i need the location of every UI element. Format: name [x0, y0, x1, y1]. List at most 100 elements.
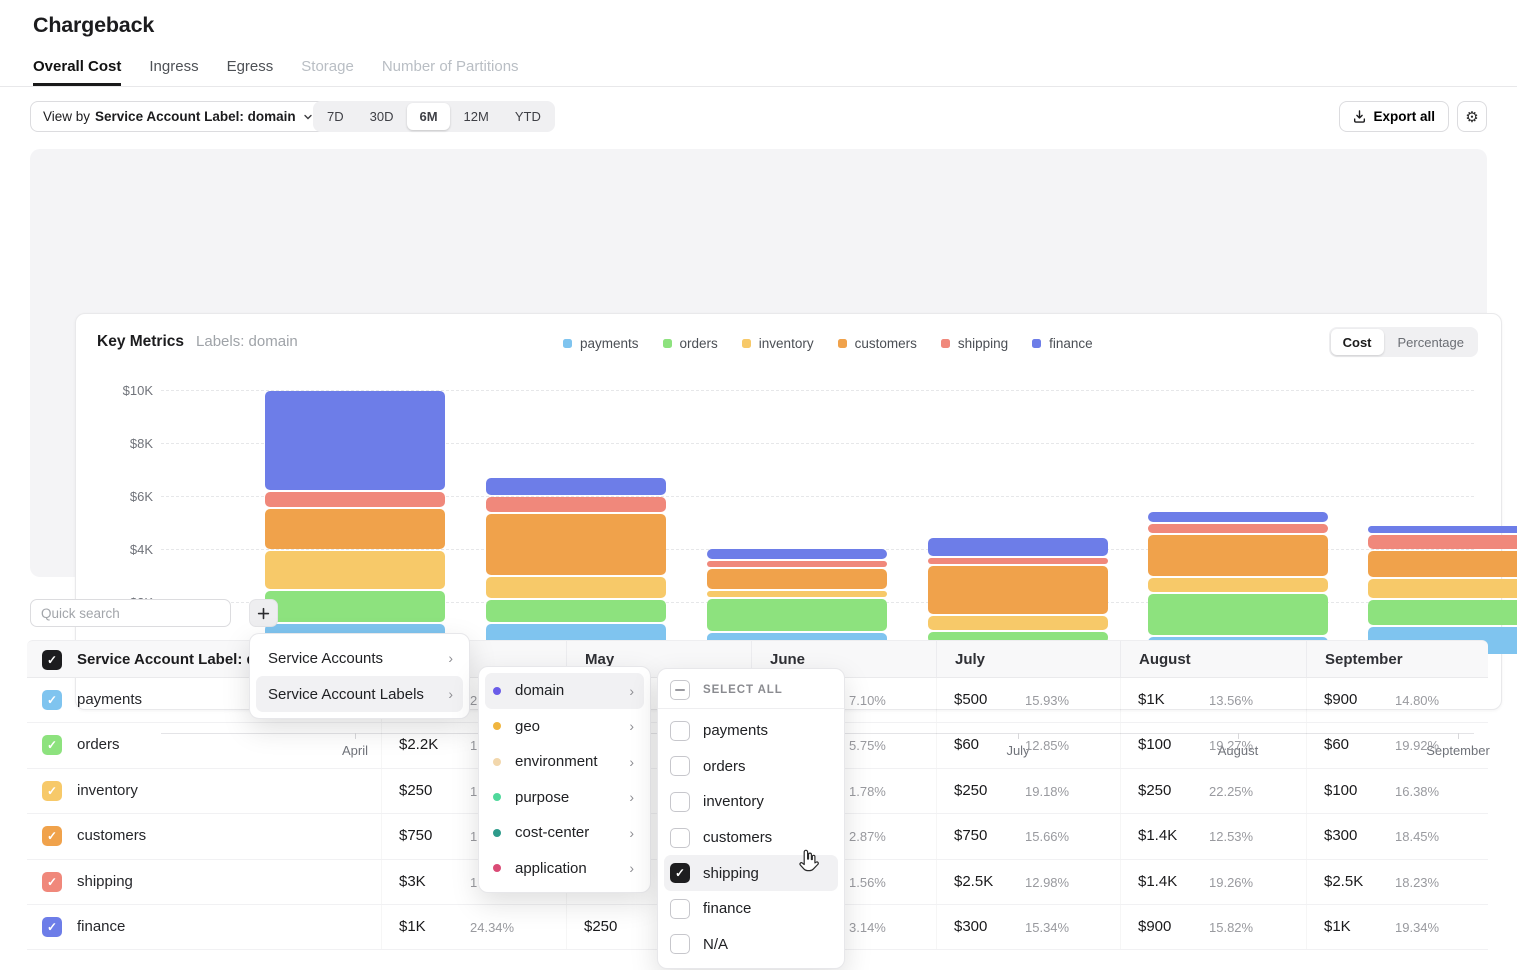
menu-item-domain[interactable]: domain› — [485, 673, 644, 709]
stacked-bar-chart: $10K$8K$6K$4K$2K0AprilMayJuneJulyAugustS… — [161, 390, 1474, 655]
row-checkbox-customers[interactable]: ✓ — [42, 826, 62, 846]
range-button-30d[interactable]: 30D — [358, 103, 406, 130]
value-item-payments[interactable]: payments — [664, 713, 838, 749]
bar-segment-customers-september[interactable] — [1368, 551, 1517, 577]
value-item-orders[interactable]: orders — [664, 749, 838, 785]
bar-segment-shipping-august[interactable] — [1148, 524, 1328, 534]
cell-value: $750 — [399, 827, 432, 844]
range-button-ytd[interactable]: YTD — [503, 103, 553, 130]
cell-percent: 14.80% — [1395, 693, 1439, 708]
range-button-6m[interactable]: 6M — [407, 103, 449, 130]
value-item-inventory[interactable]: inventory — [664, 784, 838, 820]
column-header-august[interactable]: August — [1120, 641, 1306, 677]
quick-search-input[interactable] — [30, 599, 231, 627]
row-checkbox-payments[interactable]: ✓ — [42, 690, 62, 710]
select-all-item[interactable]: SELECT ALL — [658, 675, 844, 709]
value-checkbox[interactable] — [670, 934, 690, 954]
bar-segment-inventory-june[interactable] — [707, 591, 887, 597]
column-header-september[interactable]: September — [1306, 641, 1488, 677]
bar-segment-finance-may[interactable] — [486, 478, 666, 495]
service-account-labels-submenu: domain›geo›environment›purpose›cost-cent… — [478, 666, 651, 893]
value-item-na[interactable]: N/A — [664, 927, 838, 963]
select-all-checkbox[interactable] — [670, 680, 690, 700]
bar-segment-inventory-july[interactable] — [928, 616, 1108, 630]
bar-segment-customers-april[interactable] — [265, 509, 445, 549]
add-series-button[interactable] — [249, 599, 278, 627]
toggle-percentage[interactable]: Percentage — [1386, 329, 1477, 355]
bar-segment-orders-may[interactable] — [486, 600, 666, 622]
bar-segment-shipping-april[interactable] — [265, 492, 445, 507]
bar-segment-finance-april[interactable] — [265, 391, 445, 490]
value-checkbox[interactable] — [670, 721, 690, 741]
menu-item-label: cost-center — [515, 824, 629, 841]
value-checkbox[interactable] — [670, 792, 690, 812]
row-checkbox-orders[interactable]: ✓ — [42, 735, 62, 755]
value-checkbox[interactable] — [670, 756, 690, 776]
bar-segment-shipping-july[interactable] — [928, 558, 1108, 564]
legend-item-finance: finance — [1032, 336, 1093, 351]
bar-segment-orders-april[interactable] — [265, 591, 445, 622]
row-checkbox-inventory[interactable]: ✓ — [42, 781, 62, 801]
bar-segment-inventory-september[interactable] — [1368, 579, 1517, 598]
menu-item-service-account-labels[interactable]: Service Account Labels› — [256, 676, 463, 712]
range-button-7d[interactable]: 7D — [315, 103, 356, 130]
cell-percent: 1 — [470, 738, 477, 753]
value-checkbox[interactable]: ✓ — [670, 863, 690, 883]
menu-item-cost-center[interactable]: cost-center› — [485, 815, 644, 851]
bar-segment-customers-july[interactable] — [928, 566, 1108, 614]
tab-storage[interactable]: Storage — [301, 58, 354, 86]
menu-item-service-accounts[interactable]: Service Accounts› — [256, 640, 463, 676]
bar-segment-customers-may[interactable] — [486, 514, 666, 574]
menu-item-environment[interactable]: environment› — [485, 744, 644, 780]
tab-number-of-partitions[interactable]: Number of Partitions — [382, 58, 519, 86]
menu-item-application[interactable]: application› — [485, 851, 644, 887]
row-label: shipping — [77, 873, 133, 890]
legend-swatch-orders — [663, 339, 672, 348]
cell-percent: 24.34% — [470, 920, 514, 935]
bar-segment-finance-june[interactable] — [707, 549, 887, 559]
value-checkbox[interactable] — [670, 899, 690, 919]
row-checkbox-shipping[interactable]: ✓ — [42, 872, 62, 892]
bar-segment-shipping-september[interactable] — [1368, 535, 1517, 549]
bar-segment-customers-june[interactable] — [707, 569, 887, 590]
view-by-dropdown[interactable]: View by Service Account Label: domain — [30, 101, 326, 132]
export-all-button[interactable]: Export all — [1339, 101, 1449, 132]
cell-august: $25022.25% — [1120, 769, 1306, 813]
menu-item-geo[interactable]: geo› — [485, 709, 644, 745]
bar-segment-finance-september[interactable] — [1368, 526, 1517, 533]
bar-segment-inventory-may[interactable] — [486, 577, 666, 599]
header-checkbox[interactable]: ✓ — [42, 650, 62, 670]
toggle-cost[interactable]: Cost — [1331, 329, 1384, 355]
range-button-12m[interactable]: 12M — [452, 103, 501, 130]
bar-segment-shipping-june[interactable] — [707, 561, 887, 567]
settings-button[interactable]: ⚙ — [1457, 101, 1487, 132]
cell-july: $25019.18% — [936, 769, 1120, 813]
tab-overall-cost[interactable]: Overall Cost — [33, 58, 121, 86]
bar-segment-orders-september[interactable] — [1368, 600, 1517, 625]
bar-segment-orders-june[interactable] — [707, 599, 887, 631]
cell-value: $1K — [1138, 691, 1165, 708]
value-item-finance[interactable]: finance — [664, 891, 838, 927]
value-checkbox[interactable] — [670, 828, 690, 848]
bar-segment-inventory-august[interactable] — [1148, 578, 1328, 592]
cell-august: $90015.82% — [1120, 905, 1306, 949]
bar-segment-customers-august[interactable] — [1148, 535, 1328, 575]
card-title: Key Metrics — [97, 333, 184, 351]
bar-segment-orders-august[interactable] — [1148, 594, 1328, 636]
cell-percent: 12.85% — [1025, 738, 1069, 753]
bar-segment-shipping-may[interactable] — [486, 497, 666, 512]
bar-segment-finance-august[interactable] — [1148, 512, 1328, 522]
tab-egress[interactable]: Egress — [227, 58, 274, 86]
bar-segment-finance-july[interactable] — [928, 538, 1108, 556]
tab-ingress[interactable]: Ingress — [149, 58, 198, 86]
cell-july: $2.5K12.98% — [936, 860, 1120, 904]
menu-item-purpose[interactable]: purpose› — [485, 780, 644, 816]
cell-percent: 2 — [470, 693, 477, 708]
cell-value: $3K — [399, 873, 426, 890]
cell-september: $10016.38% — [1306, 769, 1488, 813]
bar-segment-inventory-april[interactable] — [265, 551, 445, 589]
column-header-july[interactable]: July — [936, 641, 1120, 677]
row-checkbox-finance[interactable]: ✓ — [42, 917, 62, 937]
color-dot-environment — [493, 758, 501, 766]
time-range-segmented-control: 7D30D6M12MYTD — [313, 101, 555, 132]
